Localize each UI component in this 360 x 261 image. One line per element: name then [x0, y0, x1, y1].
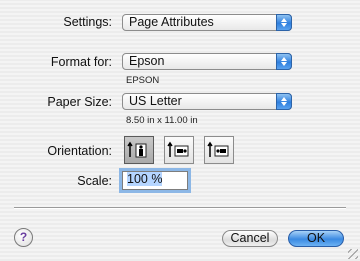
paper-size-value: US Letter	[129, 94, 182, 108]
scale-label: Scale:	[77, 174, 112, 188]
format-for-printer-name: EPSON	[126, 75, 160, 86]
scale-input[interactable]: 100 %	[122, 171, 188, 190]
paper-size-popup[interactable]: US Letter	[122, 93, 292, 110]
popup-arrows-icon	[276, 93, 292, 110]
scale-value: 100 %	[127, 172, 163, 186]
paper-size-label: Paper Size:	[47, 95, 112, 109]
orientation-landscape-reversed-button[interactable]	[204, 136, 234, 164]
orientation-portrait-button[interactable]	[124, 136, 154, 164]
divider	[14, 207, 346, 209]
cancel-button[interactable]: Cancel	[222, 230, 278, 247]
format-for-value: Epson	[129, 54, 165, 68]
portrait-orientation-icon	[127, 141, 147, 158]
orientation-landscape-button[interactable]	[164, 136, 194, 164]
landscape-reversed-orientation-icon	[207, 141, 229, 157]
format-for-label: Format for:	[50, 55, 112, 69]
resize-grip-icon[interactable]	[348, 249, 358, 259]
settings-value: Page Attributes	[129, 15, 214, 29]
landscape-orientation-icon	[167, 141, 189, 157]
popup-arrows-icon	[276, 14, 292, 31]
popup-arrows-icon	[276, 53, 292, 70]
orientation-label: Orientation:	[47, 144, 112, 158]
format-for-popup[interactable]: Epson	[122, 53, 292, 70]
ok-button[interactable]: OK	[288, 230, 344, 247]
settings-popup[interactable]: Page Attributes	[122, 14, 292, 31]
paper-size-dimensions: 8.50 in x 11.00 in	[126, 115, 198, 126]
settings-label: Settings:	[63, 15, 112, 29]
help-button[interactable]: ?	[14, 228, 33, 247]
